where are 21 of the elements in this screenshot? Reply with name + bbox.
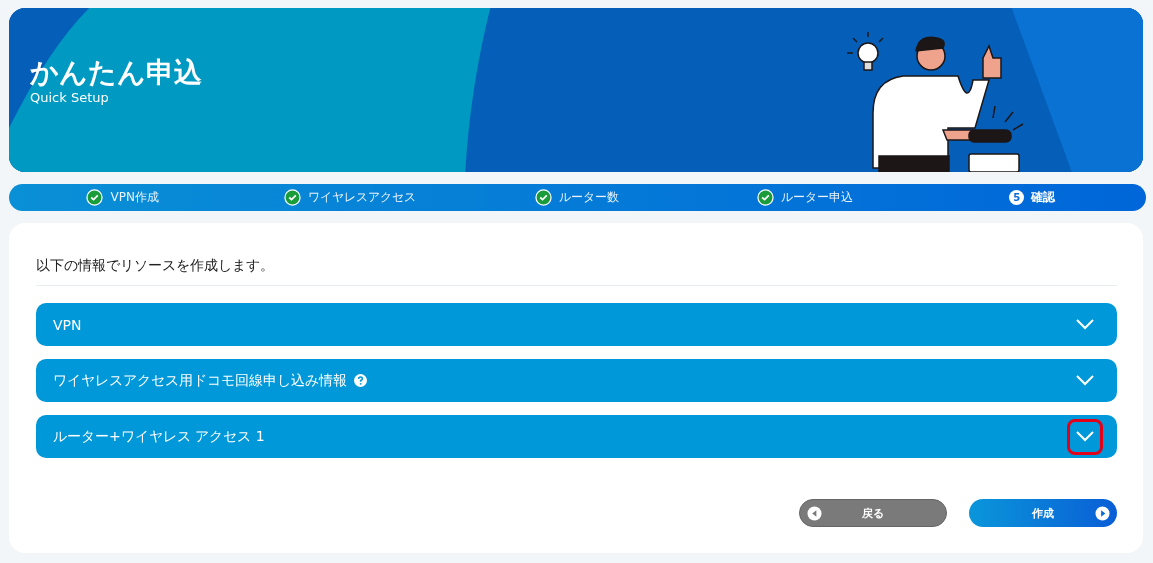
section-title: ルーター+ワイヤレス アクセス 1	[53, 427, 265, 446]
step-label: ルーター数	[559, 189, 620, 206]
play-left-icon	[807, 505, 822, 521]
help-icon[interactable]	[354, 374, 367, 387]
create-button[interactable]: 作成	[969, 499, 1117, 527]
accordion-header[interactable]: ルーター+ワイヤレス アクセス 1	[36, 415, 1117, 458]
section-title: ワイヤレスアクセス用ドコモ回線申し込み情報	[53, 371, 347, 390]
accordion-header[interactable]: VPN	[36, 303, 1117, 346]
step-label: 確認	[1031, 189, 1056, 206]
accordion-header[interactable]: ワイヤレスアクセス用ドコモ回線申し込み情報	[36, 359, 1117, 402]
step-number: 5	[1009, 190, 1025, 205]
page-subtitle: Quick Setup	[30, 89, 110, 105]
page-title: かんたん申込	[30, 56, 203, 90]
chevron-down-icon[interactable]	[1067, 418, 1103, 455]
play-right-icon	[1095, 505, 1110, 521]
step-label: ワイヤレスアクセス	[308, 189, 417, 206]
intro-text: 以下の情報でリソースを作成します。	[36, 257, 1117, 286]
section-title: VPN	[53, 316, 82, 333]
step-label: ルーター申込	[780, 189, 853, 206]
step-label: VPN作成	[110, 189, 159, 206]
back-button[interactable]: 戻る	[799, 499, 947, 527]
